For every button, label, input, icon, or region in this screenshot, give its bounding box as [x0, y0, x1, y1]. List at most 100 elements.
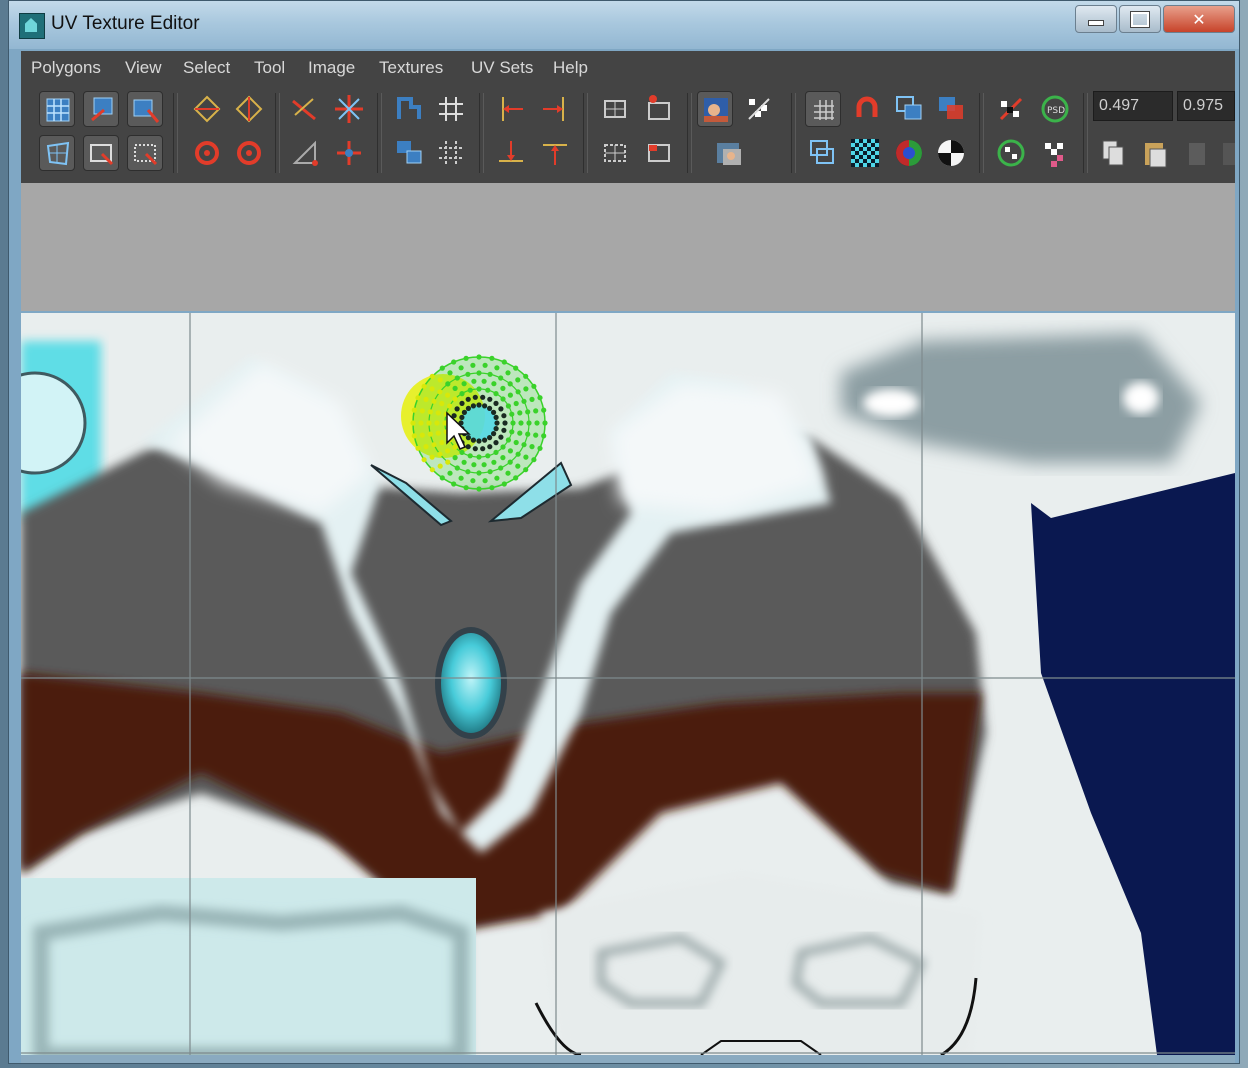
uv-point[interactable] — [523, 386, 529, 392]
checker-swap-icon[interactable] — [1037, 135, 1073, 171]
align-max-u-icon[interactable] — [537, 91, 573, 127]
uv-point[interactable] — [489, 485, 495, 491]
uv-point[interactable] — [501, 359, 507, 365]
uv-point[interactable] — [541, 433, 547, 439]
uv-point[interactable] — [437, 463, 443, 469]
uv-point[interactable] — [501, 427, 507, 433]
uv-point[interactable] — [476, 370, 482, 376]
uv-point[interactable] — [451, 359, 457, 365]
uv-point[interactable] — [493, 414, 499, 420]
uv-point[interactable] — [537, 395, 543, 401]
select-uv-shell-icon[interactable] — [127, 135, 163, 171]
checker-dim-icon[interactable] — [741, 91, 777, 127]
uv-point[interactable] — [507, 448, 513, 454]
uv-point[interactable] — [458, 475, 464, 481]
display-image-icon[interactable] — [697, 91, 733, 127]
uv-point[interactable] — [537, 445, 543, 451]
iso-remove-icon[interactable] — [597, 135, 633, 171]
unitize-icon[interactable] — [287, 135, 323, 171]
uv-point[interactable] — [437, 377, 443, 383]
align-min-u-icon[interactable] — [493, 91, 529, 127]
uv-point[interactable] — [445, 448, 451, 454]
uv-point[interactable] — [498, 375, 504, 381]
uv-point[interactable] — [500, 385, 506, 391]
close-button[interactable]: ✕ — [1163, 5, 1235, 33]
paste-u-icon[interactable] — [1179, 135, 1215, 171]
uv-point[interactable] — [493, 400, 499, 406]
uv-point[interactable] — [476, 386, 482, 392]
uv-point[interactable] — [429, 454, 435, 460]
uv-point[interactable] — [498, 434, 504, 440]
shade-uv-icon[interactable] — [891, 91, 927, 127]
u-coordinate-field[interactable]: 0.497 — [1093, 91, 1173, 121]
uv-point[interactable] — [454, 465, 460, 471]
menu-view[interactable]: View — [125, 58, 162, 78]
uv-point[interactable] — [507, 392, 513, 398]
uv-point[interactable] — [458, 365, 464, 371]
layout-uvs-icon[interactable] — [391, 91, 427, 127]
uv-point[interactable] — [500, 444, 506, 450]
uv-point[interactable] — [525, 431, 531, 437]
uv-point[interactable] — [459, 414, 465, 420]
iso-select-icon[interactable] — [597, 91, 633, 127]
uv-point[interactable] — [471, 462, 477, 468]
uv-point[interactable] — [501, 481, 507, 487]
uv-point[interactable] — [429, 467, 435, 473]
align-max-v-icon[interactable] — [537, 135, 573, 171]
uv-point[interactable] — [463, 355, 469, 361]
uv-point[interactable] — [494, 420, 500, 426]
uv-point[interactable] — [459, 449, 465, 455]
uv-point[interactable] — [476, 454, 482, 460]
uv-point[interactable] — [419, 408, 425, 414]
snap-pixels-icon[interactable] — [849, 91, 885, 127]
split-uvs-icon[interactable] — [331, 91, 367, 127]
uv-point[interactable] — [515, 451, 521, 457]
menu-textures[interactable]: Textures — [379, 58, 443, 78]
uv-point[interactable] — [452, 396, 458, 402]
uv-point[interactable] — [487, 405, 493, 411]
uv-point[interactable] — [415, 445, 421, 451]
uv-point[interactable] — [421, 383, 427, 389]
rgb-channels-icon[interactable] — [891, 135, 927, 171]
iso-clear-icon[interactable] — [641, 135, 677, 171]
image-ratio-icon[interactable] — [711, 135, 747, 171]
cut-uv-edges-icon[interactable] — [287, 91, 323, 127]
uv-point[interactable] — [472, 394, 478, 400]
uv-point[interactable] — [435, 430, 441, 436]
uv-point[interactable] — [470, 478, 476, 484]
menu-tool[interactable]: Tool — [254, 58, 285, 78]
copy-uvs-icon[interactable] — [1095, 135, 1131, 171]
menu-help[interactable]: Help — [553, 58, 588, 78]
uv-point[interactable] — [491, 409, 497, 415]
checker-map-icon[interactable] — [847, 135, 883, 171]
uv-texture-canvas[interactable] — [21, 313, 1235, 1055]
uv-point[interactable] — [410, 420, 416, 426]
uv-point[interactable] — [423, 396, 429, 402]
uv-point[interactable] — [485, 387, 491, 393]
uv-point[interactable] — [493, 391, 499, 397]
uv-point[interactable] — [533, 432, 539, 438]
uv-point[interactable] — [498, 465, 504, 471]
uv-point[interactable] — [500, 455, 506, 461]
uv-point[interactable] — [487, 396, 493, 402]
uv-point[interactable] — [431, 398, 437, 404]
uv-point[interactable] — [517, 410, 523, 416]
uv-point[interactable] — [515, 389, 521, 395]
uv-point[interactable] — [434, 420, 440, 426]
uv-point[interactable] — [415, 395, 421, 401]
uv-point[interactable] — [485, 453, 491, 459]
uv-point[interactable] — [521, 442, 527, 448]
maximize-button[interactable] — [1119, 5, 1161, 33]
uv-point[interactable] — [482, 478, 488, 484]
uv-point[interactable] — [476, 402, 482, 408]
uv-point[interactable] — [523, 373, 529, 379]
uv-point[interactable] — [487, 371, 493, 377]
uv-point[interactable] — [465, 469, 471, 475]
uv-point[interactable] — [445, 392, 451, 398]
uv-point[interactable] — [431, 442, 437, 448]
uv-point[interactable] — [461, 409, 467, 415]
move-uv-shell-icon[interactable] — [83, 91, 119, 127]
uv-point[interactable] — [439, 439, 445, 446]
uv-point[interactable] — [502, 420, 508, 426]
title-bar[interactable]: UV Texture Editor ✕ — [9, 1, 1239, 49]
